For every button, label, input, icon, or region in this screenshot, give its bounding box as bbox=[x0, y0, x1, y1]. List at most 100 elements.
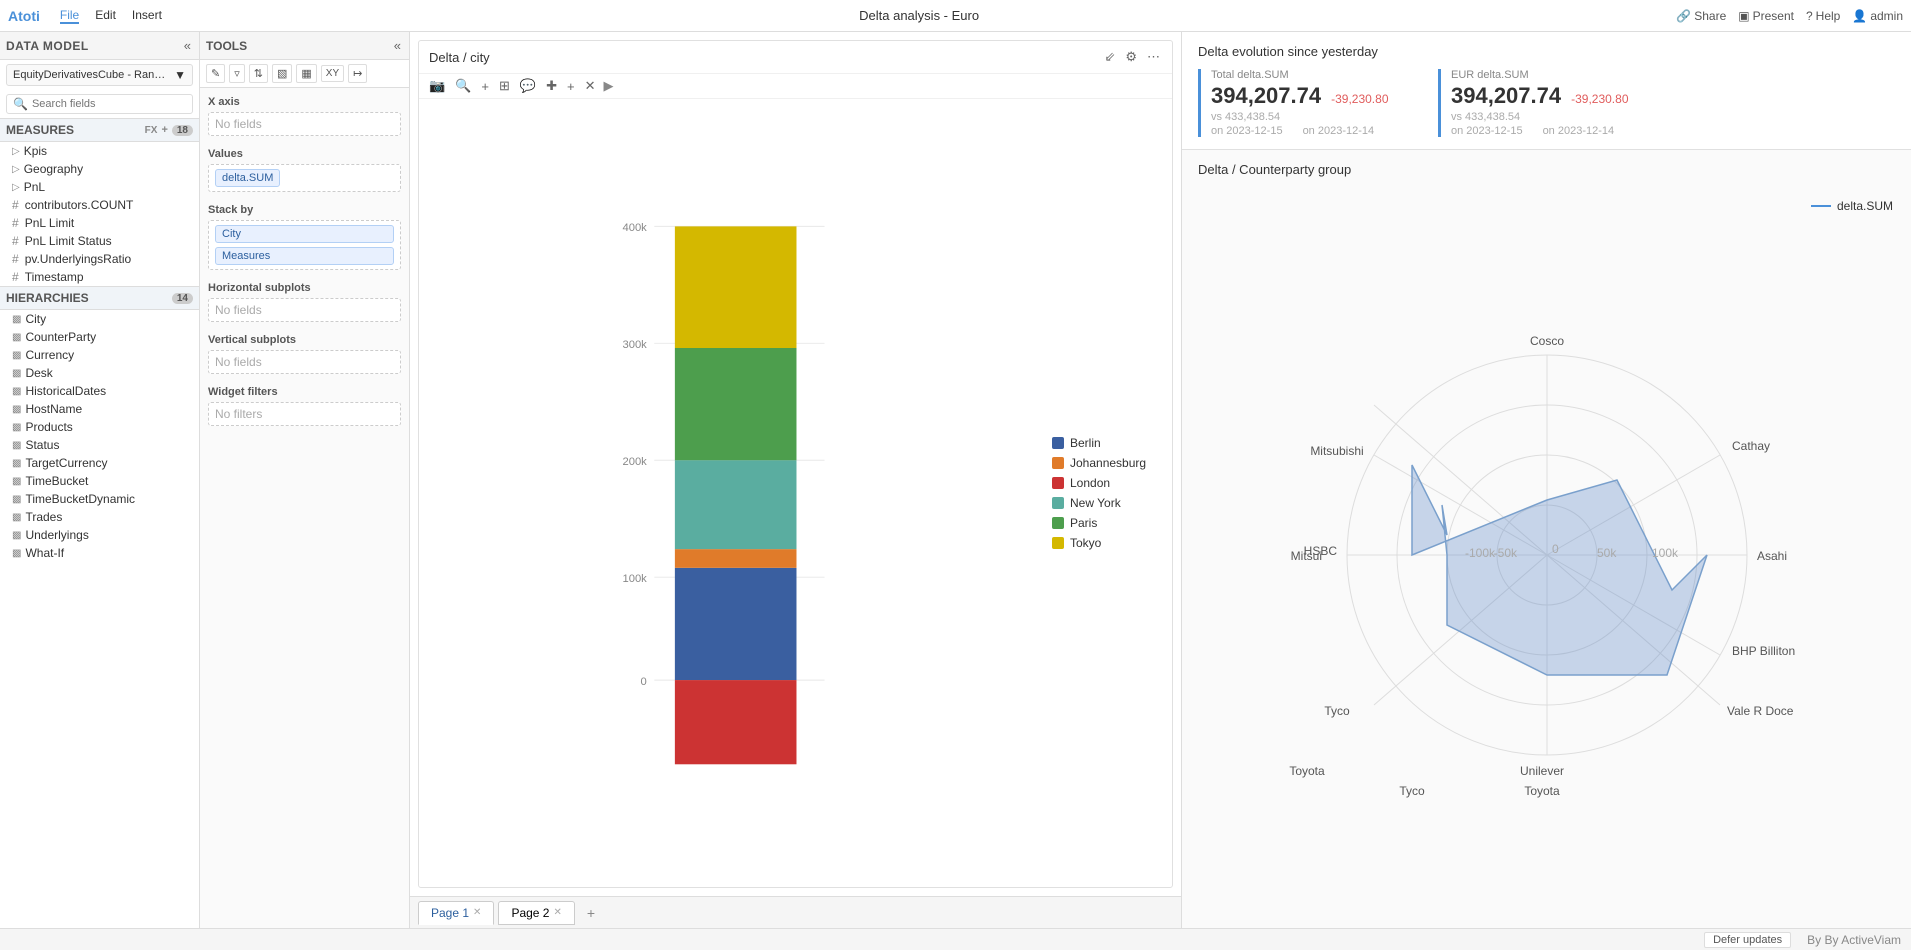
tools-header: TOOLS « bbox=[200, 32, 409, 60]
plus2-btn[interactable]: + bbox=[565, 77, 577, 96]
hierarchies-label: HIERARCHIES bbox=[6, 291, 89, 305]
hier-underlyings[interactable]: ▩Underlyings bbox=[0, 526, 199, 544]
chart-area: Delta / city ⇙ ⚙ ⋯ 📷 🔍 + ⊞ 💬 ✚ + ✕ bbox=[410, 32, 1181, 928]
measure-contributors[interactable]: # contributors.COUNT bbox=[0, 196, 199, 214]
present-button[interactable]: ▣ Present bbox=[1738, 9, 1794, 23]
hier-whatif[interactable]: ▩What-If bbox=[0, 544, 199, 562]
expand-tool-btn[interactable]: ↦ bbox=[348, 64, 367, 83]
collapse-datamodel-btn[interactable]: « bbox=[182, 36, 193, 55]
hsubplots-drop[interactable]: No fields bbox=[208, 298, 401, 322]
table-tool-btn[interactable]: ▦ bbox=[296, 64, 316, 83]
cube-selector[interactable]: EquityDerivativesCube - Ranch 6.0 ▼ bbox=[6, 64, 193, 86]
hier-icon: ▩ bbox=[12, 350, 21, 361]
defer-updates-btn[interactable]: Defer updates bbox=[1704, 932, 1791, 948]
hier-currency[interactable]: ▩ Currency bbox=[0, 346, 199, 364]
hier-targetcurrency[interactable]: ▩TargetCurrency bbox=[0, 454, 199, 472]
footer-bar: Defer updates By By ActiveViam bbox=[0, 928, 1911, 950]
stackby-chip1[interactable]: City bbox=[215, 225, 394, 243]
svg-text:Mitsubishi: Mitsubishi bbox=[1310, 444, 1363, 458]
comment-btn[interactable]: 💬 bbox=[518, 76, 538, 96]
measure-pv[interactable]: # pv.UnderlyingsRatio bbox=[0, 250, 199, 268]
add-measure-icon[interactable]: + bbox=[161, 124, 167, 136]
menu-file[interactable]: File bbox=[60, 8, 79, 24]
hier-counterparty[interactable]: ▩CounterParty bbox=[0, 328, 199, 346]
fx-icon[interactable]: fx bbox=[145, 125, 158, 136]
user-button[interactable]: 👤 admin bbox=[1852, 9, 1903, 23]
hash-icon: # bbox=[12, 198, 19, 212]
wfilters-drop[interactable]: No filters bbox=[208, 402, 401, 426]
tab-page2[interactable]: Page 2 ✕ bbox=[498, 901, 574, 925]
measure-pnllimitstatus[interactable]: # PnL Limit Status bbox=[0, 232, 199, 250]
filter-tool-btn[interactable]: ▿ bbox=[229, 64, 245, 83]
close-btn[interactable]: ✕ bbox=[583, 76, 598, 96]
hier-timebucket[interactable]: ▩TimeBucket bbox=[0, 472, 199, 490]
hier-desk[interactable]: ▩Desk bbox=[0, 364, 199, 382]
collapse-tools-btn[interactable]: « bbox=[392, 36, 403, 55]
hier-timebucketdynamic[interactable]: ▩TimeBucketDynamic bbox=[0, 490, 199, 508]
measure-kpis[interactable]: ▷ Kpis bbox=[0, 142, 199, 160]
kpi-eur-delta: -39,230.80 bbox=[1571, 92, 1628, 106]
tab-page2-close[interactable]: ✕ bbox=[553, 907, 561, 918]
svg-text:Cathay: Cathay bbox=[1732, 439, 1770, 453]
wfilters-section: Widget filters No filters bbox=[200, 378, 409, 430]
sort-tool-btn[interactable]: ⇅ bbox=[249, 64, 268, 83]
evolution-section: Delta evolution since yesterday Total de… bbox=[1182, 32, 1911, 150]
menu-insert[interactable]: Insert bbox=[132, 8, 162, 24]
hier-label: Currency bbox=[25, 348, 74, 362]
add-tab-btn[interactable]: + bbox=[579, 901, 603, 925]
svg-text:100k: 100k bbox=[1652, 546, 1679, 560]
hier-label: CounterParty bbox=[25, 330, 96, 344]
hier-trades[interactable]: ▩Trades bbox=[0, 508, 199, 526]
bar-johannesburg bbox=[674, 549, 796, 568]
hsubplots-section: Horizontal subplots No fields bbox=[200, 274, 409, 326]
radar-legend: delta.SUM bbox=[1811, 199, 1893, 213]
camera-btn[interactable]: 📷 bbox=[427, 76, 447, 96]
values-drop[interactable]: delta.SUM bbox=[208, 164, 401, 192]
stackby-drop[interactable]: City Measures bbox=[208, 220, 401, 270]
measure-pnllimit[interactable]: # PnL Limit bbox=[0, 214, 199, 232]
svg-text:Asahi: Asahi bbox=[1757, 549, 1787, 563]
more-chart-btn[interactable]: ⋯ bbox=[1145, 47, 1162, 67]
share-button[interactable]: 🔗 Share bbox=[1676, 9, 1726, 23]
add-btn[interactable]: + bbox=[479, 77, 491, 96]
hier-historicaldates[interactable]: ▩HistoricalDates bbox=[0, 382, 199, 400]
vsubplots-placeholder: No fields bbox=[215, 355, 262, 369]
stackby-chip2[interactable]: Measures bbox=[215, 247, 394, 265]
hier-label: Desk bbox=[25, 366, 52, 380]
hier-hostname[interactable]: ▩HostName bbox=[0, 400, 199, 418]
tab-page1[interactable]: Page 1 ✕ bbox=[418, 901, 494, 925]
bar-tokyo bbox=[674, 226, 796, 348]
xaxis-drop[interactable]: No fields bbox=[208, 112, 401, 136]
legend-label-berlin: Berlin bbox=[1070, 436, 1101, 450]
hier-icon: ▩ bbox=[12, 512, 21, 523]
hier-status[interactable]: ▩Status bbox=[0, 436, 199, 454]
search-input[interactable] bbox=[32, 98, 186, 110]
radar-legend-line bbox=[1811, 205, 1831, 207]
hier-products[interactable]: ▩Products bbox=[0, 418, 199, 436]
menu-edit[interactable]: Edit bbox=[95, 8, 116, 24]
svg-text:0: 0 bbox=[640, 676, 646, 688]
measure-timestamp[interactable]: # Timestamp bbox=[0, 268, 199, 286]
measure-pnl[interactable]: ▷ PnL bbox=[0, 178, 199, 196]
edit-tool-btn[interactable]: ✎ bbox=[206, 64, 225, 83]
vsubplots-drop[interactable]: No fields bbox=[208, 350, 401, 374]
radar-section: Delta / Counterparty group delta.SUM bbox=[1182, 150, 1911, 928]
tab-page1-close[interactable]: ✕ bbox=[473, 907, 481, 918]
chart-tool-btn[interactable]: ▧ bbox=[272, 64, 292, 83]
data-model-header: Data Model « bbox=[0, 32, 199, 60]
app-logo[interactable]: Atoti bbox=[8, 8, 40, 24]
cube-dropdown-icon: ▼ bbox=[174, 68, 186, 82]
chart-legend: Berlin Johannesburg London New York bbox=[1042, 99, 1172, 887]
settings-chart-btn[interactable]: ⚙ bbox=[1123, 47, 1139, 67]
hier-city[interactable]: ▩City bbox=[0, 310, 199, 328]
values-chip[interactable]: delta.SUM bbox=[215, 169, 280, 187]
zoom-in-btn[interactable]: 🔍 bbox=[453, 76, 473, 96]
measure-geography[interactable]: ▷ Geography bbox=[0, 160, 199, 178]
share2-btn[interactable]: ✚ bbox=[544, 76, 559, 96]
help-button[interactable]: ? Help bbox=[1806, 9, 1840, 23]
expand-chart-btn[interactable]: ⇙ bbox=[1102, 47, 1117, 67]
measure-label: PnL Limit Status bbox=[25, 234, 112, 248]
xy-tool-btn[interactable]: XY bbox=[321, 65, 344, 82]
hierarchies-section-header: HIERARCHIES 14 bbox=[0, 286, 199, 310]
grid-btn[interactable]: ⊞ bbox=[497, 76, 512, 96]
